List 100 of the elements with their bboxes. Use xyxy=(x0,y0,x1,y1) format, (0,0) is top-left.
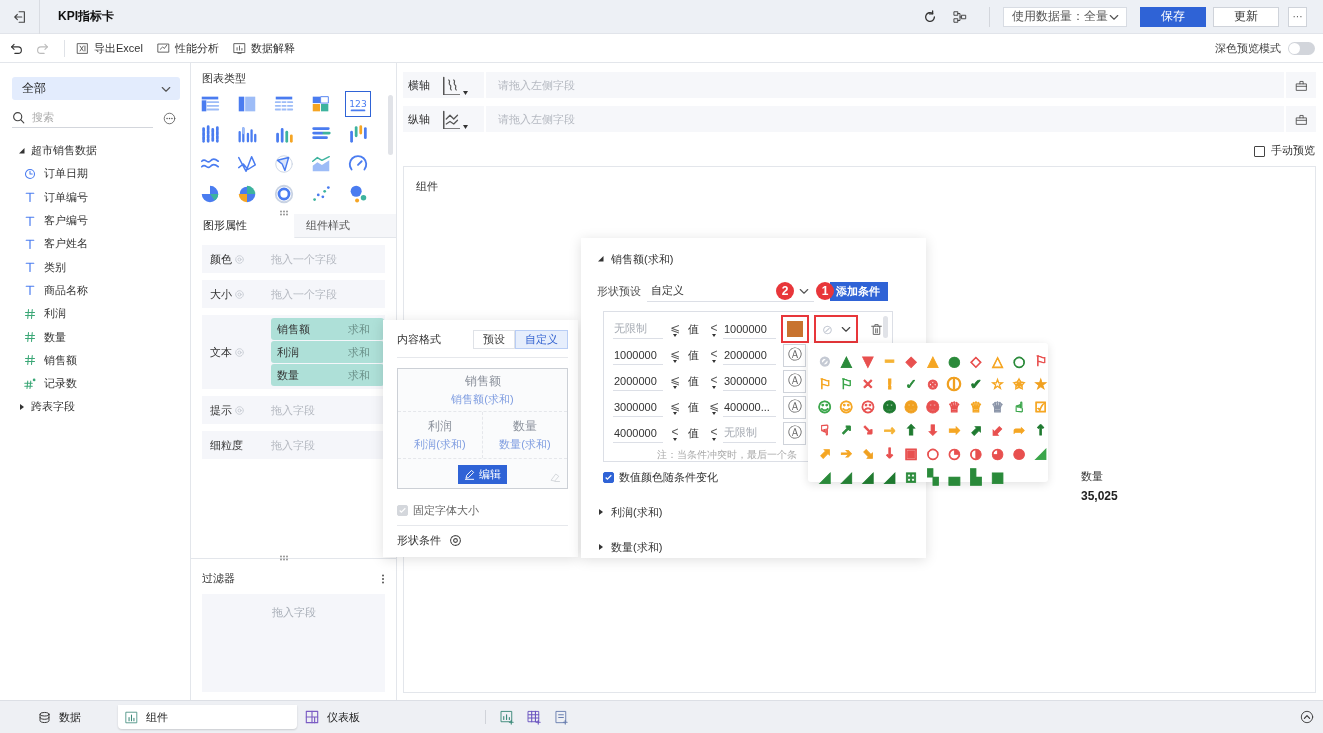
shape-option[interactable]: ↓ xyxy=(878,441,901,465)
shape-option[interactable]: ◢ xyxy=(835,464,858,489)
drop-well[interactable]: 提示 拖入字段 xyxy=(202,396,385,424)
data-amount-select[interactable]: 使用数据量：全量 xyxy=(1003,6,1127,27)
expand-triangle-icon[interactable] xyxy=(18,402,26,411)
shape-option[interactable]: ◢ xyxy=(857,464,879,489)
flow-icon[interactable] xyxy=(953,9,967,24)
operator-select[interactable]: ⩽ xyxy=(667,321,683,337)
gear-icon[interactable] xyxy=(449,534,462,547)
collapse-up-icon[interactable] xyxy=(1300,710,1314,724)
shape-picker[interactable]: Ⓐ xyxy=(783,369,806,393)
max-value-field[interactable]: 3000000 xyxy=(723,371,776,391)
shape-option[interactable]: ▼ xyxy=(857,349,879,373)
update-button[interactable]: 更新 xyxy=(1213,6,1279,27)
checkbox[interactable] xyxy=(603,472,614,483)
save-button[interactable]: 保存 xyxy=(1140,6,1206,27)
field-item[interactable]: 客户编号 xyxy=(44,213,88,229)
shape-option[interactable]: ☺ xyxy=(814,395,836,419)
bottom-tab[interactable]: 仪表板 xyxy=(305,705,425,729)
more-icon[interactable] xyxy=(163,111,176,125)
shape-option[interactable]: ● xyxy=(943,349,966,373)
shape-option[interactable]: ▄ xyxy=(943,464,966,489)
max-value-field[interactable]: 400000... xyxy=(723,397,776,417)
field-item[interactable]: 类别 xyxy=(44,259,66,275)
shape-option[interactable]: ◇ xyxy=(965,349,987,373)
field-item[interactable]: 记录数 xyxy=(44,376,77,392)
operator-select[interactable]: < xyxy=(706,321,722,337)
add-chart-icon[interactable] xyxy=(500,709,515,725)
shape-picker[interactable]: Ⓐ xyxy=(783,343,806,367)
toolbar-button[interactable]: 导出Excel xyxy=(76,40,143,56)
caret-icon[interactable] xyxy=(463,91,468,95)
field-item[interactable]: 订单编号 xyxy=(44,189,88,205)
operator-select[interactable]: ⩽ xyxy=(667,347,683,363)
min-value-field[interactable]: 3000000 xyxy=(613,397,663,417)
scrollbar-thumb[interactable] xyxy=(388,95,393,155)
shape-option[interactable]: ☟ xyxy=(814,418,836,442)
max-value-field[interactable]: 1000000 xyxy=(723,319,776,339)
briefcase-icon[interactable] xyxy=(1294,112,1308,126)
shape-option[interactable]: ● xyxy=(1008,441,1030,465)
toolbar-button[interactable]: 性能分析 xyxy=(156,40,219,56)
shape-option[interactable]: ▣ xyxy=(900,441,922,465)
shape-option[interactable]: ⚐ xyxy=(1029,349,1052,373)
shape-option[interactable]: ✕ xyxy=(857,372,879,396)
shape-option[interactable]: ▲ xyxy=(835,349,858,373)
drop-well[interactable]: 细粒度 拖入字段 xyxy=(202,431,385,459)
scope-select[interactable]: 全部 xyxy=(12,77,180,100)
operator-select[interactable]: ⩽ xyxy=(667,399,683,415)
preset-select[interactable]: 自定义 2 xyxy=(647,280,814,302)
checkbox[interactable] xyxy=(1254,145,1265,157)
operator-select[interactable]: ⩽ xyxy=(706,399,722,415)
shape-option[interactable]: ■ xyxy=(986,464,1009,489)
shape-option[interactable]: ↘ xyxy=(857,418,879,442)
caret-icon[interactable] xyxy=(463,125,468,129)
shape-option[interactable]: ◢ xyxy=(814,464,836,489)
shape-option[interactable]: ▚ xyxy=(921,464,944,489)
shape-option[interactable]: ▙ xyxy=(965,464,987,489)
min-value-field[interactable]: 2000000 xyxy=(613,371,663,391)
field-item[interactable]: 商品名称 xyxy=(44,282,88,298)
shape-option[interactable]: ⚐ xyxy=(835,372,858,396)
shape-option[interactable]: ⊗ xyxy=(921,372,944,396)
shape-option[interactable]: ✔ xyxy=(965,372,987,396)
trash-icon[interactable] xyxy=(870,322,883,336)
shape-option[interactable]: ☆ xyxy=(986,372,1009,396)
mode-tab[interactable]: 预设 xyxy=(473,329,515,349)
shape-option[interactable]: ♕ xyxy=(943,395,966,419)
bottom-tab[interactable]: 组件 xyxy=(118,705,297,729)
shape-option[interactable]: ◢ xyxy=(878,464,901,489)
shape-option[interactable]: ⬇ xyxy=(921,418,944,442)
shape-option[interactable]: ☻ xyxy=(921,395,944,419)
bottom-tab[interactable]: 数据 xyxy=(2,705,116,729)
min-value-field[interactable]: 1000000 xyxy=(613,345,663,365)
expand-triangle-icon[interactable] xyxy=(597,255,605,263)
add-condition-button[interactable]: 添加条件 xyxy=(830,281,888,301)
shape-option[interactable]: ⊞ xyxy=(900,464,922,489)
shape-option[interactable]: ↗ xyxy=(835,418,858,442)
drag-handle-icon[interactable] xyxy=(279,555,289,561)
shape-picker[interactable]: Ⓐ xyxy=(783,395,806,419)
field-item[interactable]: 利润 xyxy=(44,306,66,322)
shape-option[interactable]: ○ xyxy=(1008,349,1030,373)
undo-icon[interactable] xyxy=(10,41,23,55)
shape-option[interactable]: ⬋ xyxy=(986,418,1009,442)
field-item[interactable]: 订单日期 xyxy=(44,166,88,182)
shape-option[interactable]: ◢ xyxy=(1029,441,1052,465)
expand-triangle-icon[interactable] xyxy=(597,508,605,516)
refresh-icon[interactable] xyxy=(923,9,937,24)
shape-option[interactable]: ♕ xyxy=(986,395,1009,419)
shape-option[interactable]: ⚐ xyxy=(814,372,836,396)
exit-icon[interactable] xyxy=(12,9,27,24)
shape-option[interactable]: ☝ xyxy=(1008,395,1030,419)
kebab-menu-icon[interactable] xyxy=(381,573,385,584)
dark-preview-toggle[interactable] xyxy=(1288,41,1315,55)
shape-option[interactable]: ◆ xyxy=(900,349,922,373)
shape-option[interactable]: ⬆ xyxy=(900,418,922,442)
field-pill[interactable]: 利润 求和 xyxy=(271,341,384,363)
shape-option[interactable]: ◑ xyxy=(965,441,987,465)
scrollbar-thumb[interactable] xyxy=(883,316,888,338)
shape-option[interactable]: ↑ xyxy=(1029,418,1052,442)
operator-select[interactable]: < xyxy=(706,425,722,441)
shape-option[interactable]: ☻ xyxy=(878,395,901,419)
tree-folder[interactable]: 超市销售数据 xyxy=(31,143,97,159)
